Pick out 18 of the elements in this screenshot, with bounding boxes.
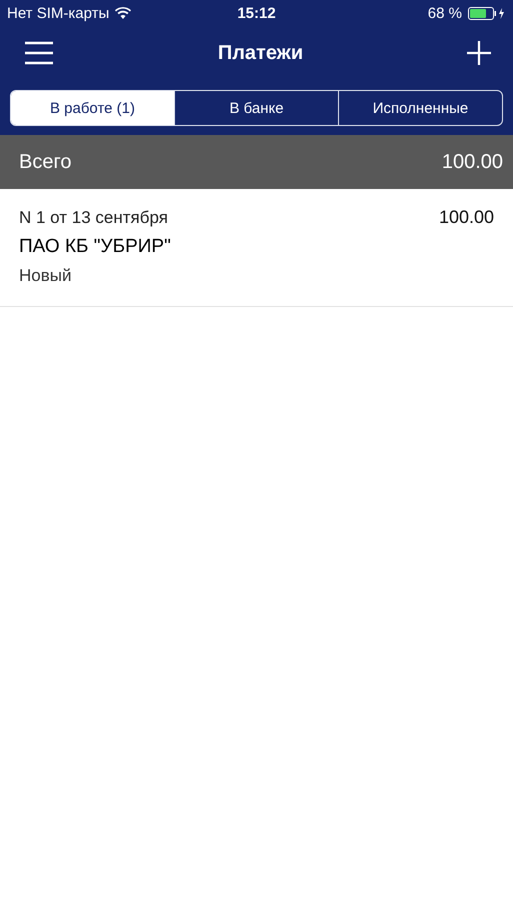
add-button[interactable] xyxy=(467,41,491,65)
battery-icon xyxy=(468,6,506,20)
bank-name: ПАО КБ "УБРИР" xyxy=(19,236,172,258)
payment-number: N 1 от 13 сентября xyxy=(19,208,168,228)
segment-tab[interactable]: В работе (1) xyxy=(11,91,174,125)
battery-percent: 68 % xyxy=(428,4,462,22)
total-label: Всего xyxy=(19,150,72,174)
payment-row[interactable]: N 1 от 13 сентября 100.00 ПАО КБ "УБРИР" Новый xyxy=(0,189,513,307)
total-amount: 100.00 xyxy=(442,150,503,174)
payment-status: Новый xyxy=(19,266,72,286)
wifi-icon xyxy=(115,7,132,19)
clock-time: 15:12 xyxy=(237,4,276,22)
segment-tab[interactable]: Исполненные xyxy=(338,91,502,125)
payment-amount: 100.00 xyxy=(438,207,494,228)
screen-title: Платежи xyxy=(218,42,304,64)
carrier-text: Нет SIM-карты xyxy=(7,4,110,22)
segment-tab[interactable]: В банке xyxy=(174,91,338,125)
menu-button[interactable] xyxy=(24,41,54,65)
